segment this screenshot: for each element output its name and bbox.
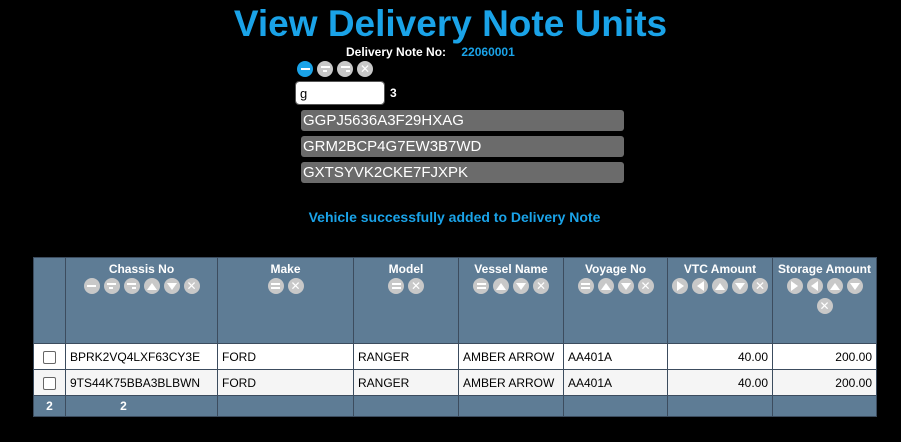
greater-than-icon[interactable] (786, 278, 803, 294)
row-select-cell (33, 369, 66, 396)
cell-model: RANGER (353, 369, 459, 396)
sort-asc-icon[interactable] (826, 278, 843, 294)
starts-with-icon[interactable] (317, 61, 333, 77)
header-label: VTC Amount (683, 262, 757, 276)
sort-desc-icon[interactable] (846, 278, 863, 294)
table-row: BPRK2VQ4LXF63CY3E FORD RANGER AMBER ARRO… (33, 343, 877, 370)
clear-filter-icon[interactable]: ✕ (287, 278, 304, 294)
equals-filter-icon[interactable] (577, 278, 594, 294)
greater-than-icon[interactable] (672, 278, 688, 294)
delivery-note-value: 22060001 (461, 45, 515, 59)
header-model: Model ✕ (353, 257, 459, 344)
delivery-note-label: Delivery Note No: (346, 45, 447, 59)
footer-cell (458, 395, 564, 417)
sort-asc-icon[interactable] (712, 278, 728, 294)
sort-desc-icon[interactable] (617, 278, 634, 294)
cell-storage: 200.00 (772, 343, 877, 370)
footer-chassis-count: 2 (65, 395, 218, 417)
header-voyage-no: Voyage No ✕ (563, 257, 668, 344)
footer-cell (772, 395, 877, 417)
footer-cell (353, 395, 459, 417)
sort-desc-icon[interactable] (163, 278, 180, 294)
footer-cell (667, 395, 773, 417)
table-header-row: Chassis No ✕ Make ✕ Model ✕ Vessel Name … (33, 257, 877, 344)
status-message: Vehicle successfully added to Delivery N… (308, 209, 601, 225)
equals-filter-icon[interactable] (297, 61, 313, 77)
header-make: Make ✕ (217, 257, 354, 344)
ends-with-icon[interactable] (337, 61, 353, 77)
filter-mode-icons: ✕ (297, 61, 373, 77)
clear-filter-icon[interactable]: ✕ (752, 278, 768, 294)
cell-storage: 200.00 (772, 369, 877, 396)
equals-filter-icon[interactable] (473, 278, 489, 294)
sort-desc-icon[interactable] (513, 278, 529, 294)
cell-chassis: 9TS44K75BBA3BLBWN (65, 369, 218, 396)
footer-cell (217, 395, 354, 417)
select-column-header (33, 257, 66, 344)
sort-asc-icon[interactable] (597, 278, 614, 294)
cell-vtc: 40.00 (667, 369, 773, 396)
cell-chassis: BPRK2VQ4LXF63CY3E (65, 343, 218, 370)
ends-with-icon[interactable] (123, 278, 140, 294)
clear-filter-icon[interactable]: ✕ (357, 61, 373, 77)
equals-filter-icon[interactable] (83, 278, 100, 294)
cell-make: FORD (217, 343, 354, 370)
delivery-note-info: Delivery Note No: 22060001 (346, 45, 515, 59)
starts-with-icon[interactable] (103, 278, 120, 294)
sort-asc-icon[interactable] (493, 278, 509, 294)
suggestion-list: GGPJ5636A3F29HXAG GRM2BCP4G7EW3B7WD GXTS… (301, 110, 624, 188)
cell-vtc: 40.00 (667, 343, 773, 370)
cell-voyage: AA401A (563, 343, 668, 370)
cell-voyage: AA401A (563, 369, 668, 396)
clear-filter-icon[interactable]: ✕ (183, 278, 200, 294)
chassis-search: 3 (295, 81, 397, 105)
page-title: View Delivery Note Units (233, 3, 668, 44)
clear-filter-icon[interactable]: ✕ (816, 298, 833, 314)
header-vtc-amount: VTC Amount ✕ (667, 257, 773, 344)
row-checkbox[interactable] (43, 350, 56, 364)
suggestion-item[interactable]: GXTSYVK2CKE7FJXPK (301, 162, 624, 183)
chassis-search-input[interactable] (295, 81, 385, 105)
header-vessel-name: Vessel Name ✕ (458, 257, 564, 344)
header-label: Chassis No (108, 262, 175, 276)
sort-desc-icon[interactable] (732, 278, 748, 294)
suggestion-item[interactable]: GGPJ5636A3F29HXAG (301, 110, 624, 131)
footer-row-count: 2 (33, 395, 66, 417)
header-label: Storage Amount (778, 262, 871, 276)
table-footer-row: 2 2 (33, 395, 877, 417)
clear-filter-icon[interactable]: ✕ (408, 278, 424, 294)
header-label: Vessel Name (474, 262, 548, 276)
cell-make: FORD (217, 369, 354, 396)
suggestion-item[interactable]: GRM2BCP4G7EW3B7WD (301, 136, 624, 157)
footer-cell (563, 395, 668, 417)
cell-vessel: AMBER ARROW (458, 369, 564, 396)
less-than-icon[interactable] (806, 278, 823, 294)
match-count: 3 (390, 86, 397, 100)
sort-asc-icon[interactable] (143, 278, 160, 294)
row-checkbox[interactable] (43, 376, 56, 390)
clear-filter-icon[interactable]: ✕ (637, 278, 654, 294)
header-chassis-no: Chassis No ✕ (65, 257, 218, 344)
header-label: Make (270, 262, 301, 276)
clear-filter-icon[interactable]: ✕ (533, 278, 549, 294)
header-label: Model (388, 262, 424, 276)
cell-model: RANGER (353, 343, 459, 370)
units-table: Chassis No ✕ Make ✕ Model ✕ Vessel Name … (33, 257, 877, 417)
less-than-icon[interactable] (692, 278, 708, 294)
row-select-cell (33, 343, 66, 370)
table-row: 9TS44K75BBA3BLBWN FORD RANGER AMBER ARRO… (33, 369, 877, 396)
equals-filter-icon[interactable] (267, 278, 284, 294)
header-storage-amount: Storage Amount ✕ (772, 257, 877, 344)
header-label: Voyage No (584, 262, 647, 276)
cell-vessel: AMBER ARROW (458, 343, 564, 370)
equals-filter-icon[interactable] (388, 278, 404, 294)
